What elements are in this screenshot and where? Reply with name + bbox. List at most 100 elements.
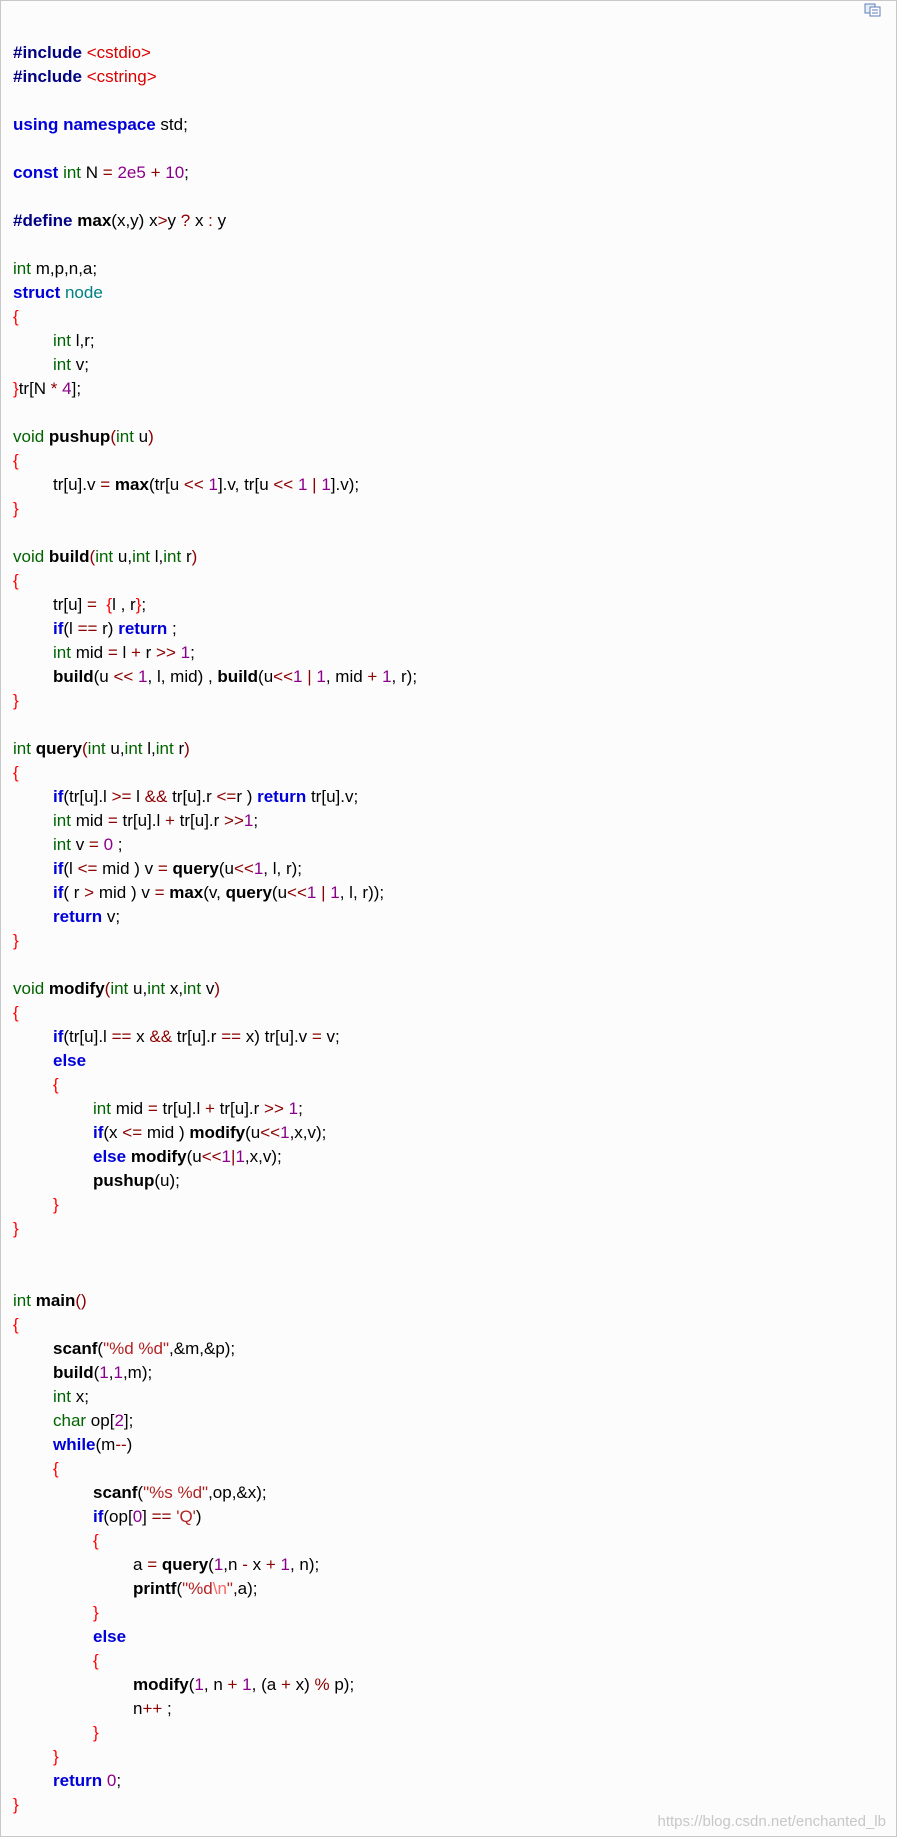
- code-token-op: ): [191, 547, 198, 566]
- code-token-brace: {: [93, 1531, 99, 1550]
- code-token-plain: (u: [258, 667, 274, 686]
- code-token-num: 1: [243, 811, 254, 830]
- code-token-op: <<: [113, 667, 134, 686]
- code-token-brace: {: [13, 1003, 19, 1022]
- code-line: {: [13, 1649, 896, 1673]
- code-token-op: ): [184, 739, 190, 758]
- code-token-op: ?: [180, 211, 191, 230]
- code-token-type: int: [183, 979, 202, 998]
- code-token-brace: }: [53, 1195, 59, 1214]
- code-token-op: =: [100, 475, 111, 494]
- code-token-plain: v: [201, 979, 215, 998]
- code-token-kw: const: [13, 163, 59, 182]
- code-token-fn: build: [217, 667, 259, 686]
- code-token-type: int: [13, 739, 31, 758]
- code-token-op: &&: [149, 1027, 173, 1046]
- code-token-plain: ].v, tr[u: [217, 475, 274, 494]
- code-token-kw: return: [118, 619, 168, 638]
- code-token-op: <<: [287, 883, 307, 902]
- code-token-op: +: [265, 1555, 276, 1574]
- code-token-op: ++: [142, 1699, 163, 1718]
- code-line: int mid = tr[u].l + tr[u].r >> 1;: [13, 1097, 896, 1121]
- code-token-fn: build: [53, 1363, 94, 1382]
- code-token-num: 1: [330, 883, 340, 902]
- code-token-plain: mid ): [142, 1123, 190, 1142]
- code-token-brace: }: [13, 1795, 19, 1814]
- code-token-plain: x): [290, 1675, 315, 1694]
- code-token-op: =: [311, 1027, 322, 1046]
- code-token-plain: x: [190, 211, 209, 230]
- code-token-num: 1: [242, 1675, 252, 1694]
- code-token-num: 1: [253, 859, 264, 878]
- code-token-plain: mid: [70, 643, 108, 662]
- code-token-op: ==: [221, 1027, 242, 1046]
- code-line: {: [13, 569, 896, 593]
- code-token-plain: u,: [113, 547, 133, 566]
- code-token-plain: ): [126, 1435, 133, 1454]
- code-token-kw: if: [93, 1507, 104, 1526]
- code-line: else modify(u<<1|1,x,v);: [13, 1145, 896, 1169]
- code-line: void modify(int u,int x,int v): [13, 977, 896, 1001]
- code-token-plain: mid: [70, 811, 108, 830]
- code-token-plain: tr[u].v;: [306, 787, 359, 806]
- code-token-kw: return: [53, 1771, 103, 1790]
- code-token-num: 1: [113, 1363, 123, 1382]
- code-token-pre: #include: [13, 43, 82, 62]
- code-line: void build(int u,int l,int r): [13, 545, 896, 569]
- code-token-plain: (u: [271, 883, 288, 902]
- code-token-type: int: [95, 547, 114, 566]
- code-token-type: int: [93, 1099, 111, 1118]
- code-token-brace: {: [13, 1315, 19, 1334]
- copy-icon[interactable]: [864, 3, 882, 17]
- code-token-plain: ): [195, 1507, 202, 1526]
- code-token-type: int: [115, 427, 134, 446]
- code-token-num: 0: [132, 1507, 143, 1526]
- code-token-op: <<: [201, 1147, 222, 1166]
- code-token-kw: while: [53, 1435, 96, 1454]
- code-token-plain: (u: [93, 667, 114, 686]
- code-token-fn: modify: [48, 979, 105, 998]
- code-token-plain: tr[u].l: [157, 1099, 205, 1118]
- code-token-num: 1: [208, 475, 218, 494]
- code-token-fn: query: [161, 1555, 209, 1574]
- code-line: else: [13, 1049, 896, 1073]
- code-token-op: ==: [77, 619, 98, 638]
- code-line: {: [13, 305, 896, 329]
- code-line: }tr[N * 4];: [13, 377, 896, 401]
- watermark-url: https://blog.csdn.net/enchanted_lb: [657, 1813, 886, 1830]
- code-token-kw: if: [53, 883, 64, 902]
- code-token-plain: ,n: [223, 1555, 243, 1574]
- code-token-plain: , n);: [289, 1555, 320, 1574]
- code-line: tr[u] = {l , r};: [13, 593, 896, 617]
- code-token-type: int: [87, 739, 106, 758]
- code-line: int m,p,n,a;: [13, 257, 896, 281]
- code-token-op: <<: [260, 1123, 281, 1142]
- code-token-fn: build: [48, 547, 90, 566]
- code-token-plain: tr[N: [18, 379, 51, 398]
- code-line: if(tr[u].l == x && tr[u].r == x) tr[u].v…: [13, 1025, 896, 1049]
- code-line: int x;: [13, 1385, 896, 1409]
- code-line: struct node: [13, 281, 896, 305]
- code-token-plain: ;: [253, 811, 259, 830]
- code-line: }: [13, 1217, 896, 1241]
- code-token-op: +: [280, 1675, 291, 1694]
- code-line: const int N = 2e5 + 10;: [13, 161, 896, 185]
- code-token-op: ==: [111, 1027, 132, 1046]
- code-token-op: ==: [151, 1507, 172, 1526]
- code-block: #include <cstdio> #include <cstring> using…: [0, 0, 897, 1837]
- code-line: pushup(u);: [13, 1169, 896, 1193]
- code-token-plain: ].v);: [330, 475, 360, 494]
- code-line: int v;: [13, 353, 896, 377]
